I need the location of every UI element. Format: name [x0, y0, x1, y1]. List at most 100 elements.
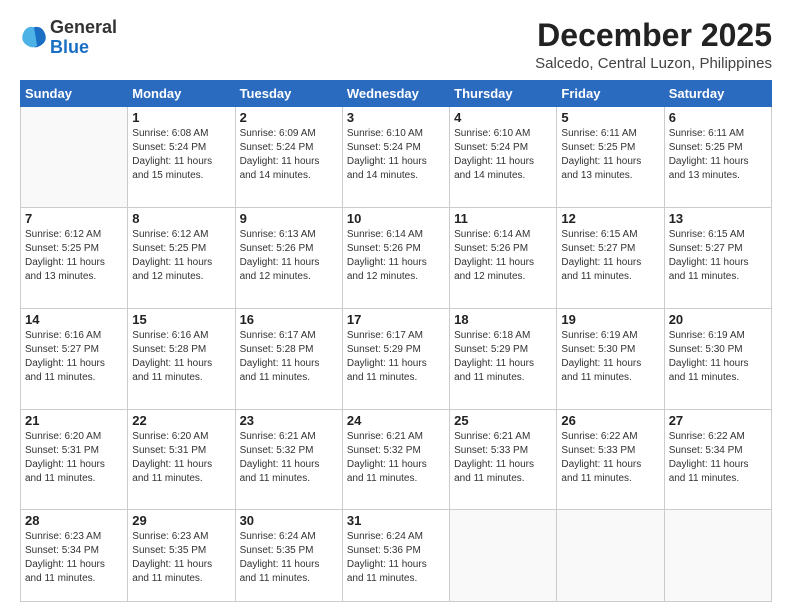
- day-info: Sunrise: 6:23 AMSunset: 5:35 PMDaylight:…: [132, 530, 230, 586]
- page: General Blue December 2025 Salcedo, Cent…: [0, 0, 792, 612]
- calendar-cell: 5 Sunrise: 6:11 AMSunset: 5:25 PMDaylight…: [557, 107, 664, 208]
- weekday-header-cell: Monday: [128, 81, 235, 107]
- calendar-body: 1 Sunrise: 6:08 AMSunset: 5:24 PMDaylight…: [21, 107, 772, 602]
- day-number: 28: [25, 513, 123, 528]
- day-number: 13: [669, 211, 767, 226]
- day-number: 30: [240, 513, 338, 528]
- day-info: Sunrise: 6:22 AMSunset: 5:34 PMDaylight:…: [669, 430, 767, 486]
- calendar-cell: [557, 510, 664, 602]
- day-number: 7: [25, 211, 123, 226]
- day-info: Sunrise: 6:24 AMSunset: 5:36 PMDaylight:…: [347, 530, 445, 586]
- day-info: Sunrise: 6:10 AMSunset: 5:24 PMDaylight:…: [454, 127, 552, 183]
- day-number: 15: [132, 312, 230, 327]
- day-number: 17: [347, 312, 445, 327]
- calendar-cell: [450, 510, 557, 602]
- calendar-cell: 4 Sunrise: 6:10 AMSunset: 5:24 PMDaylight…: [450, 107, 557, 208]
- day-info: Sunrise: 6:15 AMSunset: 5:27 PMDaylight:…: [669, 228, 767, 284]
- calendar-cell: 24 Sunrise: 6:21 AMSunset: 5:32 PMDayligh…: [342, 409, 449, 510]
- day-info: Sunrise: 6:17 AMSunset: 5:29 PMDaylight:…: [347, 329, 445, 385]
- day-number: 31: [347, 513, 445, 528]
- calendar-cell: 1 Sunrise: 6:08 AMSunset: 5:24 PMDaylight…: [128, 107, 235, 208]
- calendar-cell: 26Sunrise: 6:22 AMSunset: 5:33 PMDayligh…: [557, 409, 664, 510]
- day-info: Sunrise: 6:11 AMSunset: 5:25 PMDaylight:…: [561, 127, 659, 183]
- day-number: 3: [347, 110, 445, 125]
- day-number: 4: [454, 110, 552, 125]
- day-info: Sunrise: 6:12 AMSunset: 5:25 PMDaylight:…: [132, 228, 230, 284]
- calendar-cell: 20 Sunrise: 6:19 AMSunset: 5:30 PMDayligh…: [664, 308, 771, 409]
- calendar-cell: 14 Sunrise: 6:16 AMSunset: 5:27 PMDayligh…: [21, 308, 128, 409]
- day-number: 5: [561, 110, 659, 125]
- day-number: 24: [347, 413, 445, 428]
- day-info: Sunrise: 6:21 AMSunset: 5:32 PMDaylight:…: [240, 430, 338, 486]
- calendar-cell: 23 Sunrise: 6:21 AMSunset: 5:32 PMDayligh…: [235, 409, 342, 510]
- weekday-header-cell: Friday: [557, 81, 664, 107]
- day-info: Sunrise: 6:14 AMSunset: 5:26 PMDaylight:…: [347, 228, 445, 284]
- weekday-header-cell: Tuesday: [235, 81, 342, 107]
- calendar-week-row: 1 Sunrise: 6:08 AMSunset: 5:24 PMDaylight…: [21, 107, 772, 208]
- weekday-header-row: SundayMondayTuesdayWednesdayThursdayFrid…: [21, 81, 772, 107]
- day-info: Sunrise: 6:10 AMSunset: 5:24 PMDaylight:…: [347, 127, 445, 183]
- day-number: 20: [669, 312, 767, 327]
- calendar-cell: 2Sunrise: 6:09 AMSunset: 5:24 PMDaylight…: [235, 107, 342, 208]
- day-number: 27: [669, 413, 767, 428]
- calendar-week-row: 28 Sunrise: 6:23 AMSunset: 5:34 PMDayligh…: [21, 510, 772, 602]
- calendar-cell: 21 Sunrise: 6:20 AMSunset: 5:31 PMDayligh…: [21, 409, 128, 510]
- calendar-cell: 6Sunrise: 6:11 AMSunset: 5:25 PMDaylight…: [664, 107, 771, 208]
- calendar-cell: 8 Sunrise: 6:12 AMSunset: 5:25 PMDaylight…: [128, 207, 235, 308]
- calendar-cell: 7 Sunrise: 6:12 AMSunset: 5:25 PMDaylight…: [21, 207, 128, 308]
- calendar-week-row: 14 Sunrise: 6:16 AMSunset: 5:27 PMDayligh…: [21, 308, 772, 409]
- calendar-cell: 25 Sunrise: 6:21 AMSunset: 5:33 PMDayligh…: [450, 409, 557, 510]
- calendar-cell: 28 Sunrise: 6:23 AMSunset: 5:34 PMDayligh…: [21, 510, 128, 602]
- day-info: Sunrise: 6:09 AMSunset: 5:24 PMDaylight:…: [240, 127, 338, 183]
- calendar-cell: 31 Sunrise: 6:24 AMSunset: 5:36 PMDayligh…: [342, 510, 449, 602]
- calendar-cell: 12Sunrise: 6:15 AMSunset: 5:27 PMDayligh…: [557, 207, 664, 308]
- day-number: 6: [669, 110, 767, 125]
- day-info: Sunrise: 6:21 AMSunset: 5:32 PMDaylight:…: [347, 430, 445, 486]
- day-info: Sunrise: 6:19 AMSunset: 5:30 PMDaylight:…: [669, 329, 767, 385]
- day-number: 10: [347, 211, 445, 226]
- weekday-header-cell: Sunday: [21, 81, 128, 107]
- weekday-header-cell: Thursday: [450, 81, 557, 107]
- day-info: Sunrise: 6:16 AMSunset: 5:27 PMDaylight:…: [25, 329, 123, 385]
- day-number: 23: [240, 413, 338, 428]
- weekday-header-cell: Wednesday: [342, 81, 449, 107]
- day-number: 16: [240, 312, 338, 327]
- calendar-cell: 19 Sunrise: 6:19 AMSunset: 5:30 PMDayligh…: [557, 308, 664, 409]
- location-title: Salcedo, Central Luzon, Philippines: [535, 55, 772, 72]
- calendar-cell: 22 Sunrise: 6:20 AMSunset: 5:31 PMDayligh…: [128, 409, 235, 510]
- day-number: 21: [25, 413, 123, 428]
- day-info: Sunrise: 6:14 AMSunset: 5:26 PMDaylight:…: [454, 228, 552, 284]
- day-number: 9: [240, 211, 338, 226]
- calendar-cell: 17 Sunrise: 6:17 AMSunset: 5:29 PMDayligh…: [342, 308, 449, 409]
- calendar-cell: 13 Sunrise: 6:15 AMSunset: 5:27 PMDayligh…: [664, 207, 771, 308]
- calendar-cell: 27 Sunrise: 6:22 AMSunset: 5:34 PMDayligh…: [664, 409, 771, 510]
- day-number: 25: [454, 413, 552, 428]
- calendar-cell: 3 Sunrise: 6:10 AMSunset: 5:24 PMDaylight…: [342, 107, 449, 208]
- day-number: 22: [132, 413, 230, 428]
- day-number: 14: [25, 312, 123, 327]
- day-number: 19: [561, 312, 659, 327]
- calendar-cell: 15 Sunrise: 6:16 AMSunset: 5:28 PMDayligh…: [128, 308, 235, 409]
- day-info: Sunrise: 6:21 AMSunset: 5:33 PMDaylight:…: [454, 430, 552, 486]
- day-number: 26: [561, 413, 659, 428]
- header: General Blue December 2025 Salcedo, Cent…: [20, 18, 772, 72]
- day-number: 1: [132, 110, 230, 125]
- logo-text: General Blue: [50, 18, 117, 58]
- calendar-cell: [664, 510, 771, 602]
- month-title: December 2025: [535, 18, 772, 53]
- calendar-cell: 16 Sunrise: 6:17 AMSunset: 5:28 PMDayligh…: [235, 308, 342, 409]
- day-number: 11: [454, 211, 552, 226]
- day-info: Sunrise: 6:12 AMSunset: 5:25 PMDaylight:…: [25, 228, 123, 284]
- day-info: Sunrise: 6:08 AMSunset: 5:24 PMDaylight:…: [132, 127, 230, 183]
- calendar-cell: 18Sunrise: 6:18 AMSunset: 5:29 PMDayligh…: [450, 308, 557, 409]
- day-info: Sunrise: 6:20 AMSunset: 5:31 PMDaylight:…: [132, 430, 230, 486]
- day-info: Sunrise: 6:23 AMSunset: 5:34 PMDaylight:…: [25, 530, 123, 586]
- day-number: 8: [132, 211, 230, 226]
- day-info: Sunrise: 6:17 AMSunset: 5:28 PMDaylight:…: [240, 329, 338, 385]
- day-info: Sunrise: 6:18 AMSunset: 5:29 PMDaylight:…: [454, 329, 552, 385]
- weekday-header-cell: Saturday: [664, 81, 771, 107]
- day-info: Sunrise: 6:19 AMSunset: 5:30 PMDaylight:…: [561, 329, 659, 385]
- day-info: Sunrise: 6:16 AMSunset: 5:28 PMDaylight:…: [132, 329, 230, 385]
- calendar-cell: 29Sunrise: 6:23 AMSunset: 5:35 PMDayligh…: [128, 510, 235, 602]
- day-info: Sunrise: 6:20 AMSunset: 5:31 PMDaylight:…: [25, 430, 123, 486]
